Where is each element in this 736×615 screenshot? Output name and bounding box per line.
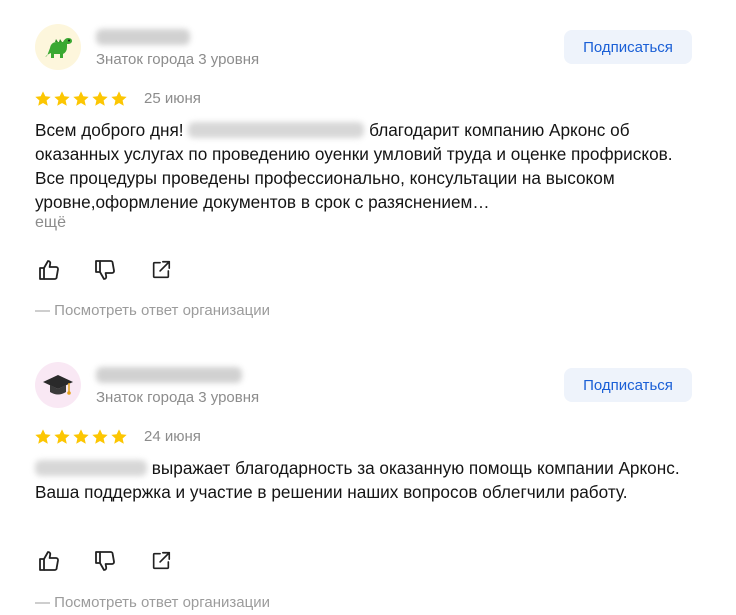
thumbs-down-icon [95,551,115,571]
graduation-cap-icon [43,375,73,395]
thumbs-up-icon [39,260,59,280]
company-name-hidden [188,122,365,138]
dislike-button[interactable] [92,548,118,574]
review-card: Знаток города 3 уровня Подписаться 25 ию… [0,0,736,330]
subscribe-button[interactable]: Подписаться [564,30,692,64]
like-button[interactable] [36,548,62,574]
star-icon [92,91,108,106]
share-icon [152,551,171,570]
review-text: выражает благодарность за оказанную помо… [35,456,695,504]
reviewer-level: Знаток города 3 уровня [96,51,260,68]
rating-stars [34,90,128,108]
star-icon [92,429,108,444]
review-actions [36,257,174,283]
star-icon [35,91,51,106]
avatar[interactable] [35,24,81,70]
thumbs-down-icon [95,260,115,280]
company-name-hidden [35,460,147,476]
org-reply-link[interactable]: — Посмотреть ответ организации [35,302,270,319]
subscribe-button[interactable]: Подписаться [564,368,692,402]
reviewer-name-hidden[interactable] [96,29,190,45]
star-icon [35,429,51,444]
review-card: Знаток города 3 уровня Подписаться 24 ию… [0,338,736,615]
thumbs-up-icon [39,551,59,571]
star-icon [54,91,70,106]
review-text: Всем доброго дня! благодарит компанию Ар… [35,118,695,214]
star-icon [111,429,127,444]
review-actions [36,548,174,574]
star-icon [73,91,89,106]
dislike-button[interactable] [92,257,118,283]
share-icon [152,260,171,279]
review-text-start: Всем доброго дня! [35,120,184,140]
expand-link[interactable]: ещё [35,214,66,232]
share-button[interactable] [148,548,174,574]
dinosaur-icon [45,38,72,58]
star-icon [54,429,70,444]
rating-stars [34,428,128,446]
share-button[interactable] [148,257,174,283]
review-date: 24 июня [144,428,201,445]
avatar[interactable] [35,362,81,408]
star-icon [73,429,89,444]
like-button[interactable] [36,257,62,283]
review-date: 25 июня [144,90,201,107]
star-icon [111,91,127,106]
org-reply-link[interactable]: — Посмотреть ответ организации [35,594,270,611]
reviewer-name-hidden[interactable] [96,367,242,383]
reviewer-level: Знаток города 3 уровня [96,389,260,406]
